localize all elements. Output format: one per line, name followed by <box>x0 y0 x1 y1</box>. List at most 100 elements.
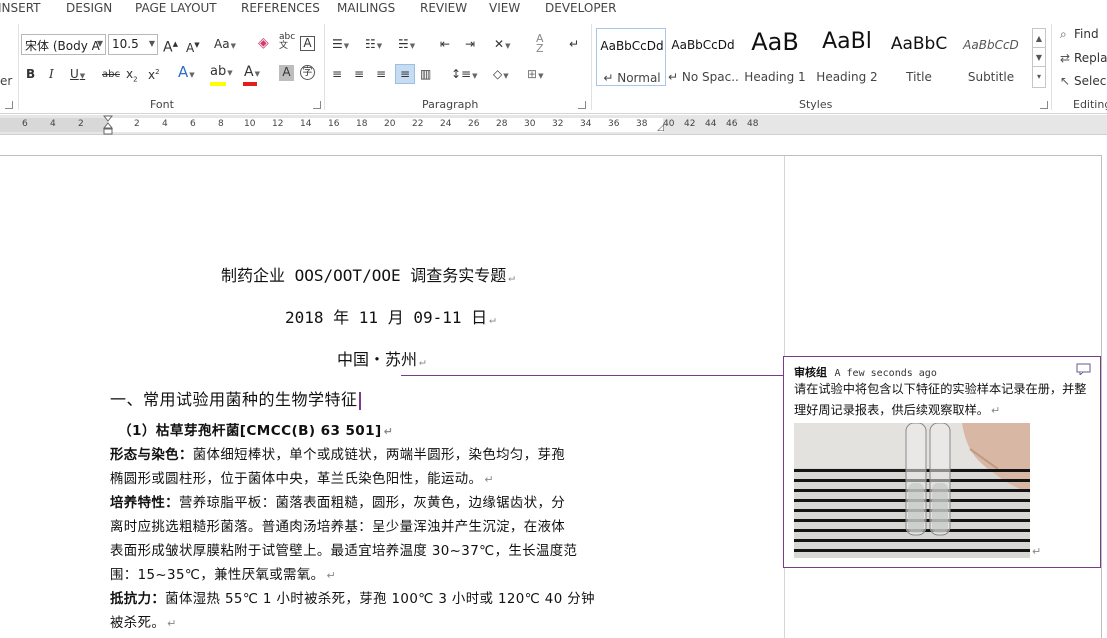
asian-layout-icon[interactable]: ✕▼ <box>494 37 510 53</box>
font-size-combo[interactable]: 10.5 ▼ <box>108 34 158 55</box>
tab-review[interactable]: REVIEW <box>420 1 467 15</box>
style-no-spacing[interactable]: AaBbCcDd ↵ No Spac... <box>668 28 738 86</box>
increase-indent-icon[interactable]: ⇥ <box>465 37 475 51</box>
font-color-icon[interactable]: A▼ <box>244 65 260 81</box>
font-launcher-icon[interactable] <box>313 101 321 109</box>
clear-formatting-icon[interactable]: ◈ <box>258 36 269 50</box>
highlight-icon[interactable]: ab▼ <box>210 65 233 80</box>
ruler-tick: 40 <box>663 119 675 129</box>
body-paragraph-line[interactable]: 表面形成皱状厚膜粘附于试管壁上。最适宜培养温度 30~37℃，生长温度范 <box>110 539 577 559</box>
chevron-down-icon[interactable]: ▼ <box>149 39 155 48</box>
text-effects-icon[interactable]: A▼ <box>178 65 195 82</box>
font-name-combo[interactable]: 宋体 (Body A ▼ <box>21 34 106 55</box>
body-paragraph-line[interactable]: 椭圆形或圆柱形，位于菌体中央，革兰氏染色阳性，能运动。 ↵ <box>110 467 494 487</box>
ruler-tick: 12 <box>272 119 284 129</box>
character-shading-icon[interactable]: A <box>279 65 294 81</box>
body-paragraph-line[interactable]: 形态与染色：菌体细短棒状，单个或成链状，两端半圆形，染色均匀，芽孢 <box>110 443 565 463</box>
grow-font-icon[interactable]: A▲ <box>163 37 178 55</box>
style-subtitle[interactable]: AaBbCcD Subtitle <box>956 28 1026 86</box>
chevron-down-icon[interactable]: ▼ <box>97 39 103 48</box>
shrink-font-icon[interactable]: A▼ <box>186 38 200 55</box>
ruler-tick: 44 <box>705 119 717 129</box>
doc-title[interactable]: 制药企业 OOS/OOT/OOE 调查务实专题 ↵ <box>221 262 515 286</box>
borders-icon[interactable]: ⊞▼ <box>527 67 543 83</box>
style-name: Title <box>906 70 932 84</box>
subscript-icon[interactable]: x2 <box>126 67 138 86</box>
tab-design[interactable]: DESIGN <box>66 1 112 15</box>
align-center-icon[interactable]: ≡ <box>354 67 364 81</box>
style-heading-1[interactable]: AaB Heading 1 <box>740 28 810 86</box>
group-separator <box>324 24 325 110</box>
section-heading[interactable]: 一、常用试验用菌种的生物学特征 <box>110 386 361 410</box>
numbering-icon[interactable]: ☷▼ <box>365 37 382 53</box>
character-border-icon[interactable]: A <box>300 36 315 51</box>
tab-insert[interactable]: INSERT <box>0 1 41 15</box>
sub-heading[interactable]: （1）枯草芽孢杆菌[CMCC(B) 63 501] ↵ <box>118 419 393 439</box>
chevron-up-icon[interactable]: ▲ <box>1033 29 1045 48</box>
tab-page-layout[interactable]: PAGE LAYOUT <box>135 1 217 15</box>
bullets-icon[interactable]: ☰▼ <box>332 37 349 53</box>
font-color-swatch <box>243 82 257 86</box>
comment-balloon[interactable]: 审核组 A few seconds ago 请在试验中将包含以下特征的实验样本记… <box>783 356 1101 568</box>
select-button[interactable]: ↖ Selec <box>1060 74 1106 88</box>
align-left-icon[interactable]: ≡ <box>332 67 342 81</box>
style-normal[interactable]: AaBbCcDd ↵ Normal <box>596 28 666 86</box>
styles-gallery-scroll[interactable]: ▲ ▼ ▾ <box>1032 28 1046 88</box>
strikethrough-icon[interactable]: abc <box>102 68 120 82</box>
italic-icon[interactable]: I <box>49 67 54 81</box>
body-paragraph-line[interactable]: 离时应挑选粗糙形菌落。普通肉汤培养基：呈少量浑浊并产生沉淀，在液体 <box>110 515 565 535</box>
style-heading-2[interactable]: AaBl Heading 2 <box>812 28 882 86</box>
justify-icon[interactable]: ≡ <box>395 64 415 84</box>
body-paragraph-line[interactable]: 培养特性：营养琼脂平板：菌落表面粗糙，圆形，灰黄色，边缘锯齿状，分 <box>110 491 565 511</box>
chevron-down-icon[interactable]: ▼ <box>1033 48 1045 67</box>
change-case-icon[interactable]: Aa▼ <box>214 37 236 53</box>
body-paragraph-line[interactable]: 被杀死。 ↵ <box>110 611 177 631</box>
distributed-icon[interactable]: ▥ <box>420 67 431 81</box>
ruler-tick: 42 <box>684 119 696 129</box>
body-paragraph-line[interactable]: 抵抗力：菌体湿热 55℃ 1 小时被杀死，芽孢 100℃ 3 小时或 120℃ … <box>110 587 595 607</box>
shading-icon[interactable]: ◇▼ <box>493 67 509 83</box>
reply-comment-icon[interactable] <box>1076 363 1092 375</box>
phonetic-guide-icon[interactable]: abc 文 <box>279 33 295 51</box>
group-separator <box>1051 24 1052 110</box>
doc-place[interactable]: 中国・苏州 ↵ <box>337 346 426 370</box>
paragraph-mark-icon: ↵ <box>1032 545 1042 558</box>
horizontal-ruler[interactable]: 6 4 2 2 4 6 8 10 12 14 16 18 20 22 24 26… <box>0 115 1107 135</box>
underline-icon[interactable]: U▼ <box>70 67 85 83</box>
test-tube-photo[interactable] <box>794 423 1030 558</box>
ruler-tick: 20 <box>384 119 396 129</box>
superscript-icon[interactable]: x2 <box>148 65 160 82</box>
replace-label: Repla <box>1074 51 1107 65</box>
enclose-characters-icon[interactable]: 字 <box>300 65 315 80</box>
indent-marker-icon[interactable] <box>103 115 113 135</box>
paragraph-mark-icon: ↵ <box>419 355 426 368</box>
clipboard-launcher-icon[interactable] <box>5 101 13 109</box>
find-button[interactable]: ⌕ Find <box>1060 27 1099 42</box>
body-paragraph-line[interactable]: 围：15~35℃，兼性厌氧或需氧。 ↵ <box>110 563 336 583</box>
ruler-tick: 24 <box>440 119 452 129</box>
sort-icon[interactable]: AZ <box>536 33 544 54</box>
more-icon[interactable]: ▾ <box>1033 67 1045 86</box>
tab-references[interactable]: REFERENCES <box>241 1 320 15</box>
tab-mailings[interactable]: MAILINGS <box>337 1 395 15</box>
ruler-tick: 36 <box>608 119 620 129</box>
tab-view[interactable]: VIEW <box>489 1 520 15</box>
decrease-indent-icon[interactable]: ⇤ <box>440 37 450 51</box>
ruler-tick: 46 <box>726 119 738 129</box>
doc-date[interactable]: 2018 年 11 月 09-11 日 ↵ <box>285 304 496 328</box>
style-title[interactable]: AaBbC Title <box>884 28 954 86</box>
replace-button[interactable]: ⇄ Repla <box>1060 51 1107 65</box>
tab-developer[interactable]: DEVELOPER <box>545 1 616 15</box>
styles-launcher-icon[interactable] <box>1040 101 1048 109</box>
bold-icon[interactable]: B <box>26 67 35 81</box>
paragraph-mark-icon: ↵ <box>508 271 515 284</box>
style-name: Heading 1 <box>744 70 806 84</box>
ruler-tick: 22 <box>412 119 424 129</box>
ruler-tick: 32 <box>552 119 564 129</box>
show-marks-icon[interactable]: ↵ <box>569 37 579 51</box>
editing-group-label: Editing <box>1073 98 1107 111</box>
line-spacing-icon[interactable]: ↕≡▼ <box>451 67 478 83</box>
multilevel-list-icon[interactable]: ☵▼ <box>398 37 415 53</box>
align-right-icon[interactable]: ≡ <box>376 67 386 81</box>
paragraph-launcher-icon[interactable] <box>578 101 586 109</box>
